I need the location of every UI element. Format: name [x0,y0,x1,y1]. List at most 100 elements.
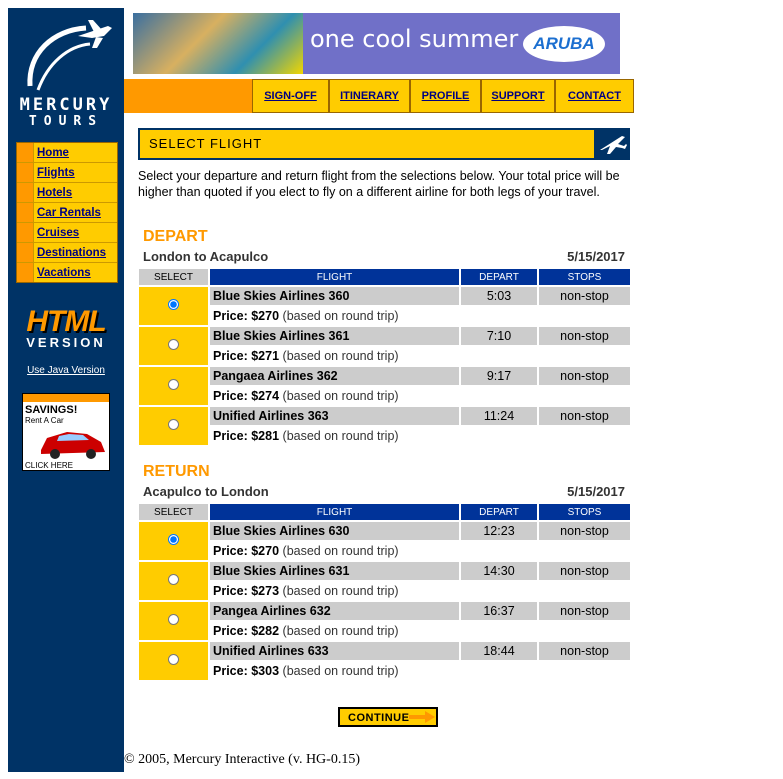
stops: non-stop [539,642,630,660]
select-cell [139,642,208,680]
price-value: Price: $270 [213,309,279,323]
price-prefix: Price: [213,309,248,323]
brand-name: MERCURY [19,95,113,115]
depart-route: London to Acapulco [143,249,269,264]
return-flight-radio[interactable] [168,574,179,585]
itinerary-link[interactable]: ITINERARY [340,90,399,102]
airplane-icon [600,136,627,154]
sidebar-link-flights[interactable]: Flights [37,167,75,179]
price-note: (based on round trip) [282,389,399,403]
price-amount: $282 [251,624,280,638]
banner-photo [133,13,303,74]
flight-price: Price: $270 (based on round trip) [210,542,630,560]
flight-row: Pangaea Airlines 362 9:17 non-stop [139,367,630,405]
use-java-version-link[interactable]: Use Java Version [8,365,124,376]
price-prefix: Price: [213,624,248,638]
price-amount: $303 [251,664,280,678]
select-cell [139,562,208,600]
price-amount: $274 [251,389,280,403]
flight-name: Unified Airlines 633 [210,642,459,660]
support-link[interactable]: SUPPORT [491,90,544,102]
flight-price: Price: $270 (based on round trip) [210,307,630,325]
col-depart: DEPART [461,504,537,520]
col-stops: STOPS [539,269,630,285]
return-date: 5/15/2017 [567,484,625,499]
sidebar-link-hotels[interactable]: Hotels [37,187,72,199]
stops: non-stop [539,602,630,620]
sidebar-item-car-rentals: Car Rentals [17,203,117,223]
profile-link[interactable]: PROFILE [422,90,470,102]
stops: non-stop [539,407,630,425]
sidebar-link-car-rentals[interactable]: Car Rentals [37,207,101,219]
sidebar-link-destinations[interactable]: Destinations [37,247,106,259]
sign-off-link[interactable]: SIGN-OFF [264,90,317,102]
price-value: Price: $282 [213,624,279,638]
price-prefix: Price: [213,584,248,598]
plane-icon-box [594,128,630,160]
col-flight: FLIGHT [210,504,459,520]
top-nav: SIGN-OFF ITINERARY PROFILE SUPPORT CONTA… [252,79,634,113]
price-row: Price: $281 (based on round trip) [139,427,630,445]
price-amount: $281 [251,429,280,443]
depart-flight-radio[interactable] [168,299,179,310]
depart-heading: DEPART [143,228,208,245]
price-row: Price: $270 (based on round trip) [139,307,630,325]
sidebar-nav: Home Flights Hotels Car Rentals Cruises … [16,142,118,283]
price-row: Price: $282 (based on round trip) [139,622,630,640]
col-select: SELECT [139,269,208,285]
sidebar-link-vacations[interactable]: Vacations [37,267,91,279]
return-route: Acapulco to London [143,484,269,499]
sidebar-item-cruises: Cruises [17,223,117,243]
ad-subline: Rent A Car [25,416,64,425]
price-row: Price: $273 (based on round trip) [139,582,630,600]
contact-link[interactable]: CONTACT [568,90,621,102]
flight-name: Blue Skies Airlines 630 [210,522,459,540]
depart-flights-table: SELECT FLIGHT DEPART STOPS Blue Skies Ai… [137,267,632,447]
col-depart: DEPART [461,269,537,285]
depart-flight-radio[interactable] [168,379,179,390]
price-value: Price: $274 [213,389,279,403]
depart-flight-radio[interactable] [168,339,179,350]
price-prefix: Price: [213,544,248,558]
sidebar-link-cruises[interactable]: Cruises [37,227,79,239]
select-flight-header: SELECT FLIGHT [138,128,596,160]
price-prefix: Price: [213,664,248,678]
price-note: (based on round trip) [282,584,399,598]
car-rental-ad[interactable]: SAVINGS! Rent A Car CLICK HERE [22,393,110,471]
sidebar-item-hotels: Hotels [17,183,117,203]
html-version-badge: HTML VERSION [18,305,114,350]
col-stops: STOPS [539,504,630,520]
flight-row: Pangea Airlines 632 16:37 non-stop [139,602,630,640]
ad-cta: CLICK HERE [25,461,74,470]
price-prefix: Price: [213,349,248,363]
select-cell [139,367,208,405]
stops: non-stop [539,287,630,305]
flight-price: Price: $271 (based on round trip) [210,347,630,365]
top-nav-item-profile: PROFILE [410,79,481,113]
logo-plane-icon [27,20,112,91]
depart-time: 11:24 [461,407,537,425]
price-row: Price: $274 (based on round trip) [139,387,630,405]
depart-flight-radio[interactable] [168,419,179,430]
flight-row: Blue Skies Airlines 630 12:23 non-stop [139,522,630,560]
stops: non-stop [539,327,630,345]
return-flight-radio[interactable] [168,534,179,545]
return-flight-radio[interactable] [168,614,179,625]
promo-banner[interactable]: one cool summer ARUBA [133,13,620,74]
flight-row: Blue Skies Airlines 361 7:10 non-stop [139,327,630,365]
flight-price: Price: $273 (based on round trip) [210,582,630,600]
continue-label: CONTINUE [348,712,410,724]
col-select: SELECT [139,504,208,520]
table-header-row: SELECT FLIGHT DEPART STOPS [139,504,630,520]
return-flight-radio[interactable] [168,654,179,665]
return-flights-table: SELECT FLIGHT DEPART STOPS Blue Skies Ai… [137,502,632,682]
price-amount: $273 [251,584,280,598]
html-version-subtitle: VERSION [26,335,106,350]
aruba-logo: ARUBA [523,26,605,62]
continue-button[interactable]: CONTINUE [338,707,438,727]
banner-slogan: one cool summer [310,25,519,53]
brand-subname: TOURS [28,114,104,129]
top-nav-item-contact: CONTACT [555,79,634,113]
price-amount: $271 [251,349,280,363]
sidebar-link-home[interactable]: Home [37,147,69,159]
